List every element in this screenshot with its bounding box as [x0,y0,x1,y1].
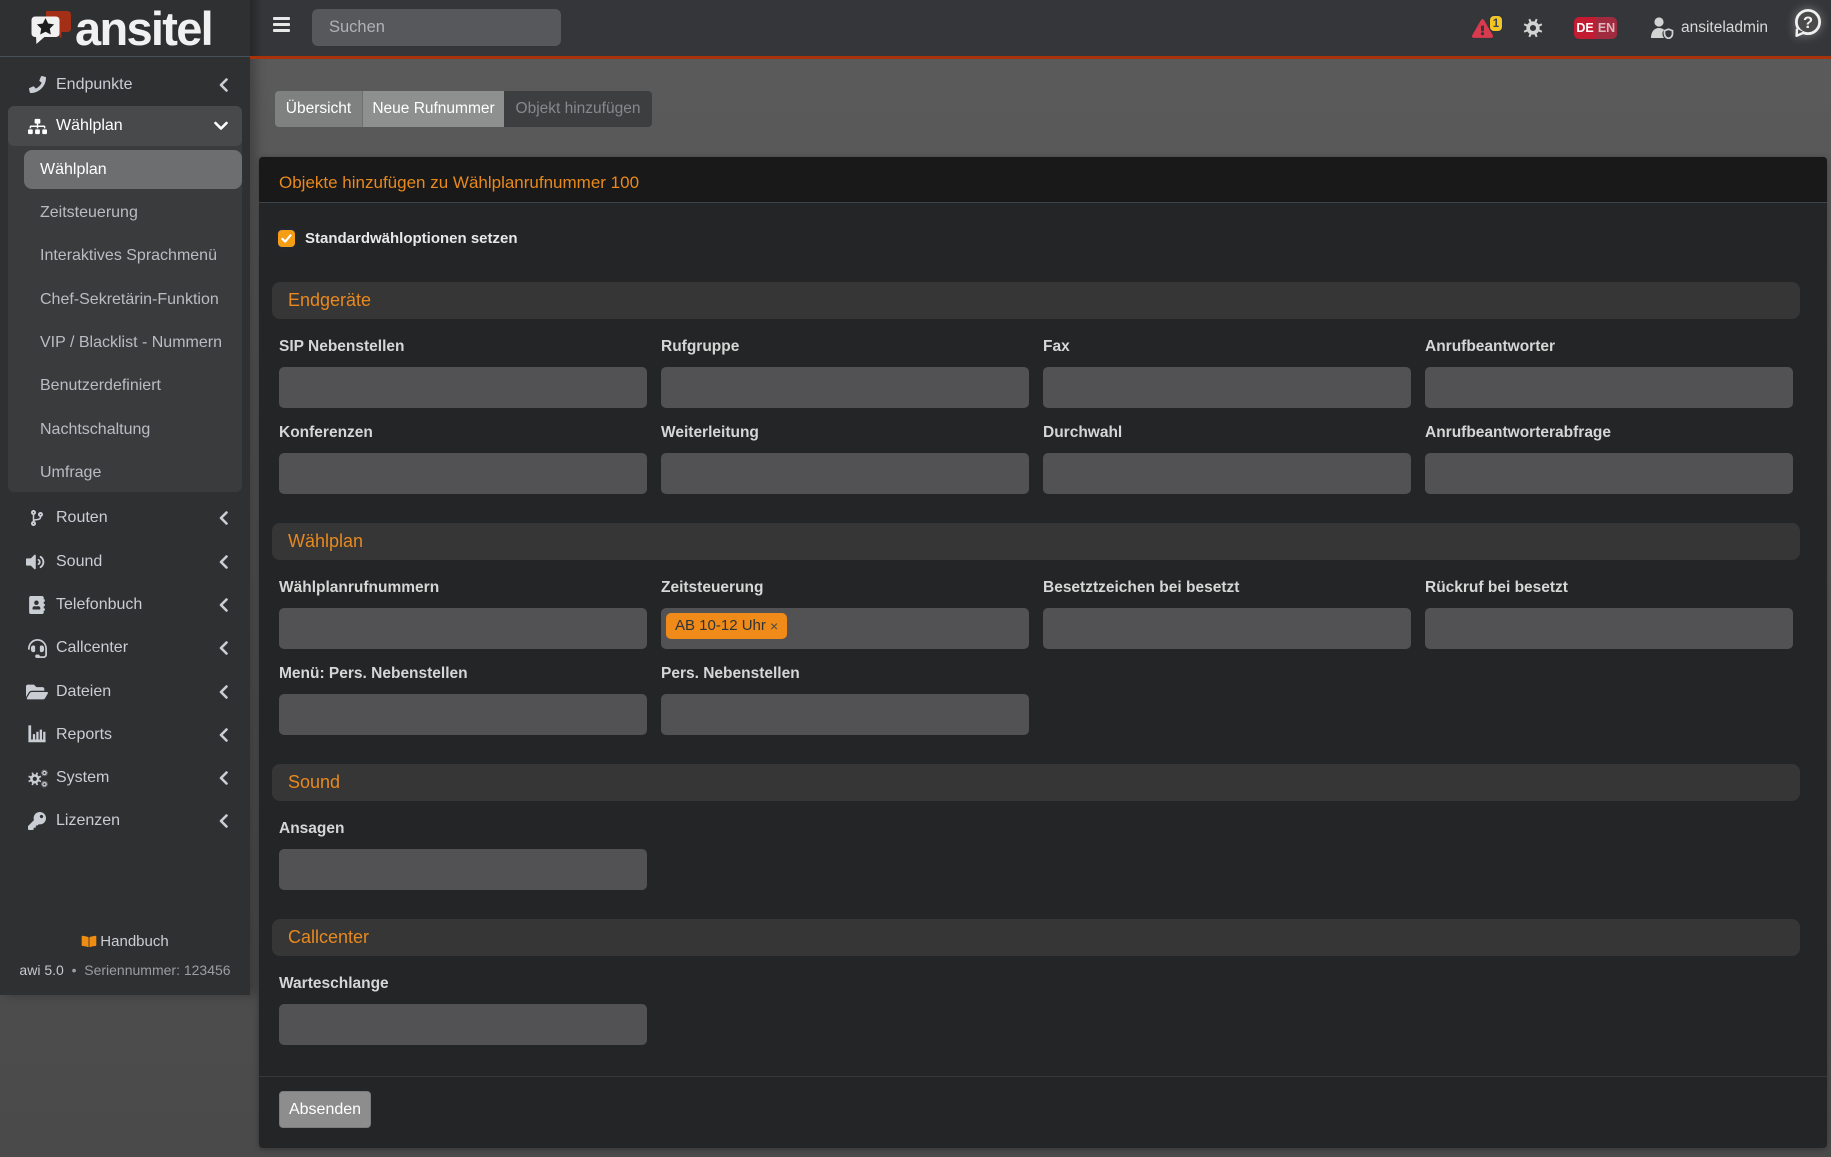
svg-text:?: ? [1803,14,1813,32]
